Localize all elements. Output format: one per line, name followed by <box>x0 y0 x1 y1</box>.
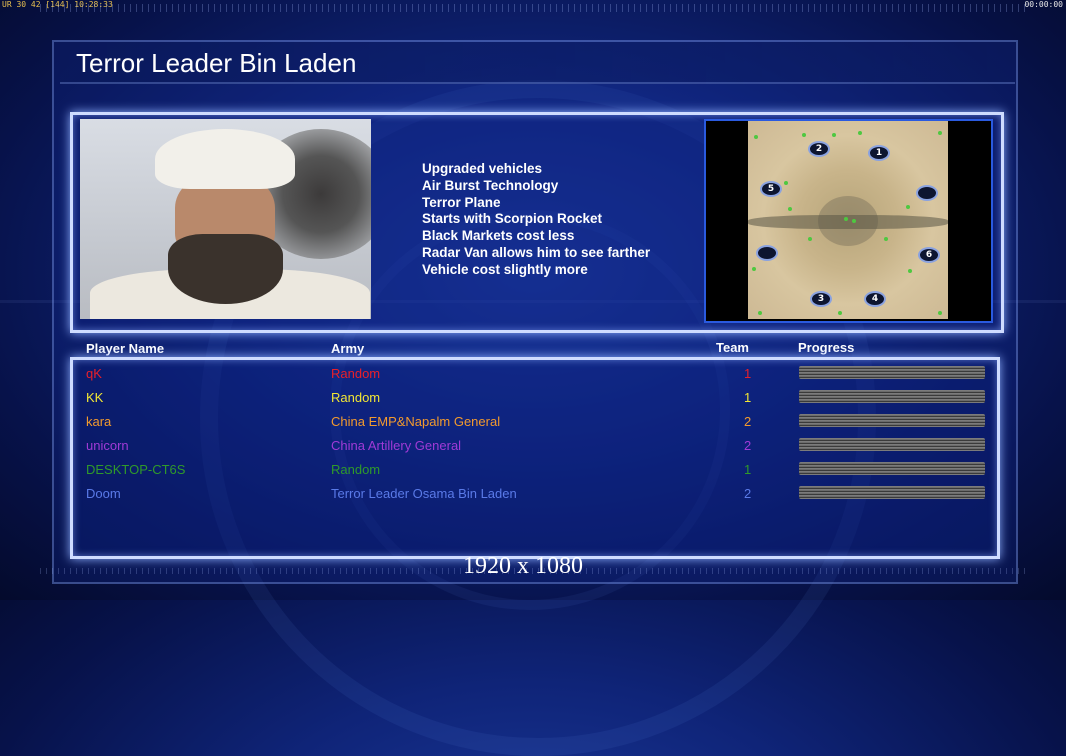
trait-item: Black Markets cost less <box>422 228 575 244</box>
player-army: China EMP&Napalm General <box>331 414 501 429</box>
player-team: 1 <box>744 366 752 381</box>
player-row: DESKTOP-CT6S Random 1 <box>0 454 1066 478</box>
general-traits-list: Upgraded vehicles Air Burst Technology T… <box>422 161 650 279</box>
hud-clock: 00:00:00 <box>1024 0 1063 9</box>
supply-dot <box>838 311 842 315</box>
loading-progress-bar <box>799 438 985 451</box>
map-river <box>748 215 948 229</box>
player-name: unicorn <box>86 438 129 453</box>
supply-dot <box>906 205 910 209</box>
supply-dot <box>808 237 812 241</box>
supply-dot <box>788 207 792 211</box>
supply-dot <box>938 311 942 315</box>
top-ruler <box>40 4 1025 12</box>
trait-item: Air Burst Technology <box>422 177 559 193</box>
spawn-marker: 1 <box>868 145 890 161</box>
player-row: qK Random 1 <box>0 358 1066 382</box>
supply-dot <box>758 311 762 315</box>
loading-progress-bar <box>799 390 985 403</box>
beard <box>168 234 283 304</box>
resolution-label: 1920 x 1080 <box>463 553 583 579</box>
player-team: 1 <box>744 462 752 477</box>
supply-dot <box>752 267 756 271</box>
player-army: China Artillery General <box>331 438 462 453</box>
general-title: Terror Leader Bin Laden <box>76 48 357 78</box>
trait-item: Vehicle cost slightly more <box>422 261 588 277</box>
player-row: unicorn China Artillery General 2 <box>0 430 1066 454</box>
loading-progress-bar <box>799 414 985 427</box>
turban <box>155 129 295 189</box>
trait-item: Upgraded vehicles <box>422 161 543 176</box>
spawn-marker <box>756 245 778 261</box>
player-army: Random <box>331 390 381 405</box>
column-header-army: Army <box>331 341 365 356</box>
trait-item: Radar Van allows him to see farther <box>422 244 651 260</box>
supply-dot <box>754 135 758 139</box>
player-team: 2 <box>744 438 752 453</box>
player-team: 1 <box>744 390 752 405</box>
player-name: kara <box>86 414 112 429</box>
loading-progress-bar <box>799 486 985 499</box>
column-header-progress: Progress <box>798 340 855 355</box>
column-header-player: Player Name <box>86 341 165 356</box>
spawn-marker: 5 <box>760 181 782 197</box>
supply-dot <box>784 181 788 185</box>
loading-progress-bar <box>799 462 985 475</box>
supply-dot <box>802 133 806 137</box>
player-row: kara China EMP&Napalm General 2 <box>0 406 1066 430</box>
player-row: KK Random 1 <box>0 382 1066 406</box>
general-portrait <box>80 119 371 319</box>
player-row: Doom Terror Leader Osama Bin Laden 2 <box>0 478 1066 502</box>
supply-dot <box>884 237 888 241</box>
player-name: DESKTOP-CT6S <box>86 462 186 477</box>
spawn-marker: 6 <box>918 247 940 263</box>
spawn-marker: 3 <box>810 291 832 307</box>
spawn-marker: 2 <box>808 141 830 157</box>
player-name: qK <box>86 366 102 381</box>
spawn-marker <box>916 185 938 201</box>
player-army: Random <box>331 462 381 477</box>
player-name: KK <box>86 390 104 405</box>
trait-item: Starts with Scorpion Rocket <box>422 211 603 227</box>
supply-dot <box>938 131 942 135</box>
trait-item: Terror Plane <box>422 194 501 210</box>
player-army: Random <box>331 366 381 381</box>
supply-dot <box>844 217 848 221</box>
loading-progress-bar <box>799 366 985 379</box>
supply-dot <box>908 269 912 273</box>
supply-dot <box>858 131 862 135</box>
minimap-terrain: 2 1 5 6 3 4 <box>748 121 948 319</box>
player-team: 2 <box>744 414 752 429</box>
minimap: 2 1 5 6 3 4 <box>704 119 993 323</box>
column-header-team: Team <box>716 340 749 355</box>
player-team: 2 <box>744 486 752 501</box>
player-army: Terror Leader Osama Bin Laden <box>331 486 517 501</box>
supply-dot <box>852 219 856 223</box>
supply-dot <box>832 133 836 137</box>
spawn-marker: 4 <box>864 291 886 307</box>
player-name: Doom <box>86 486 121 501</box>
